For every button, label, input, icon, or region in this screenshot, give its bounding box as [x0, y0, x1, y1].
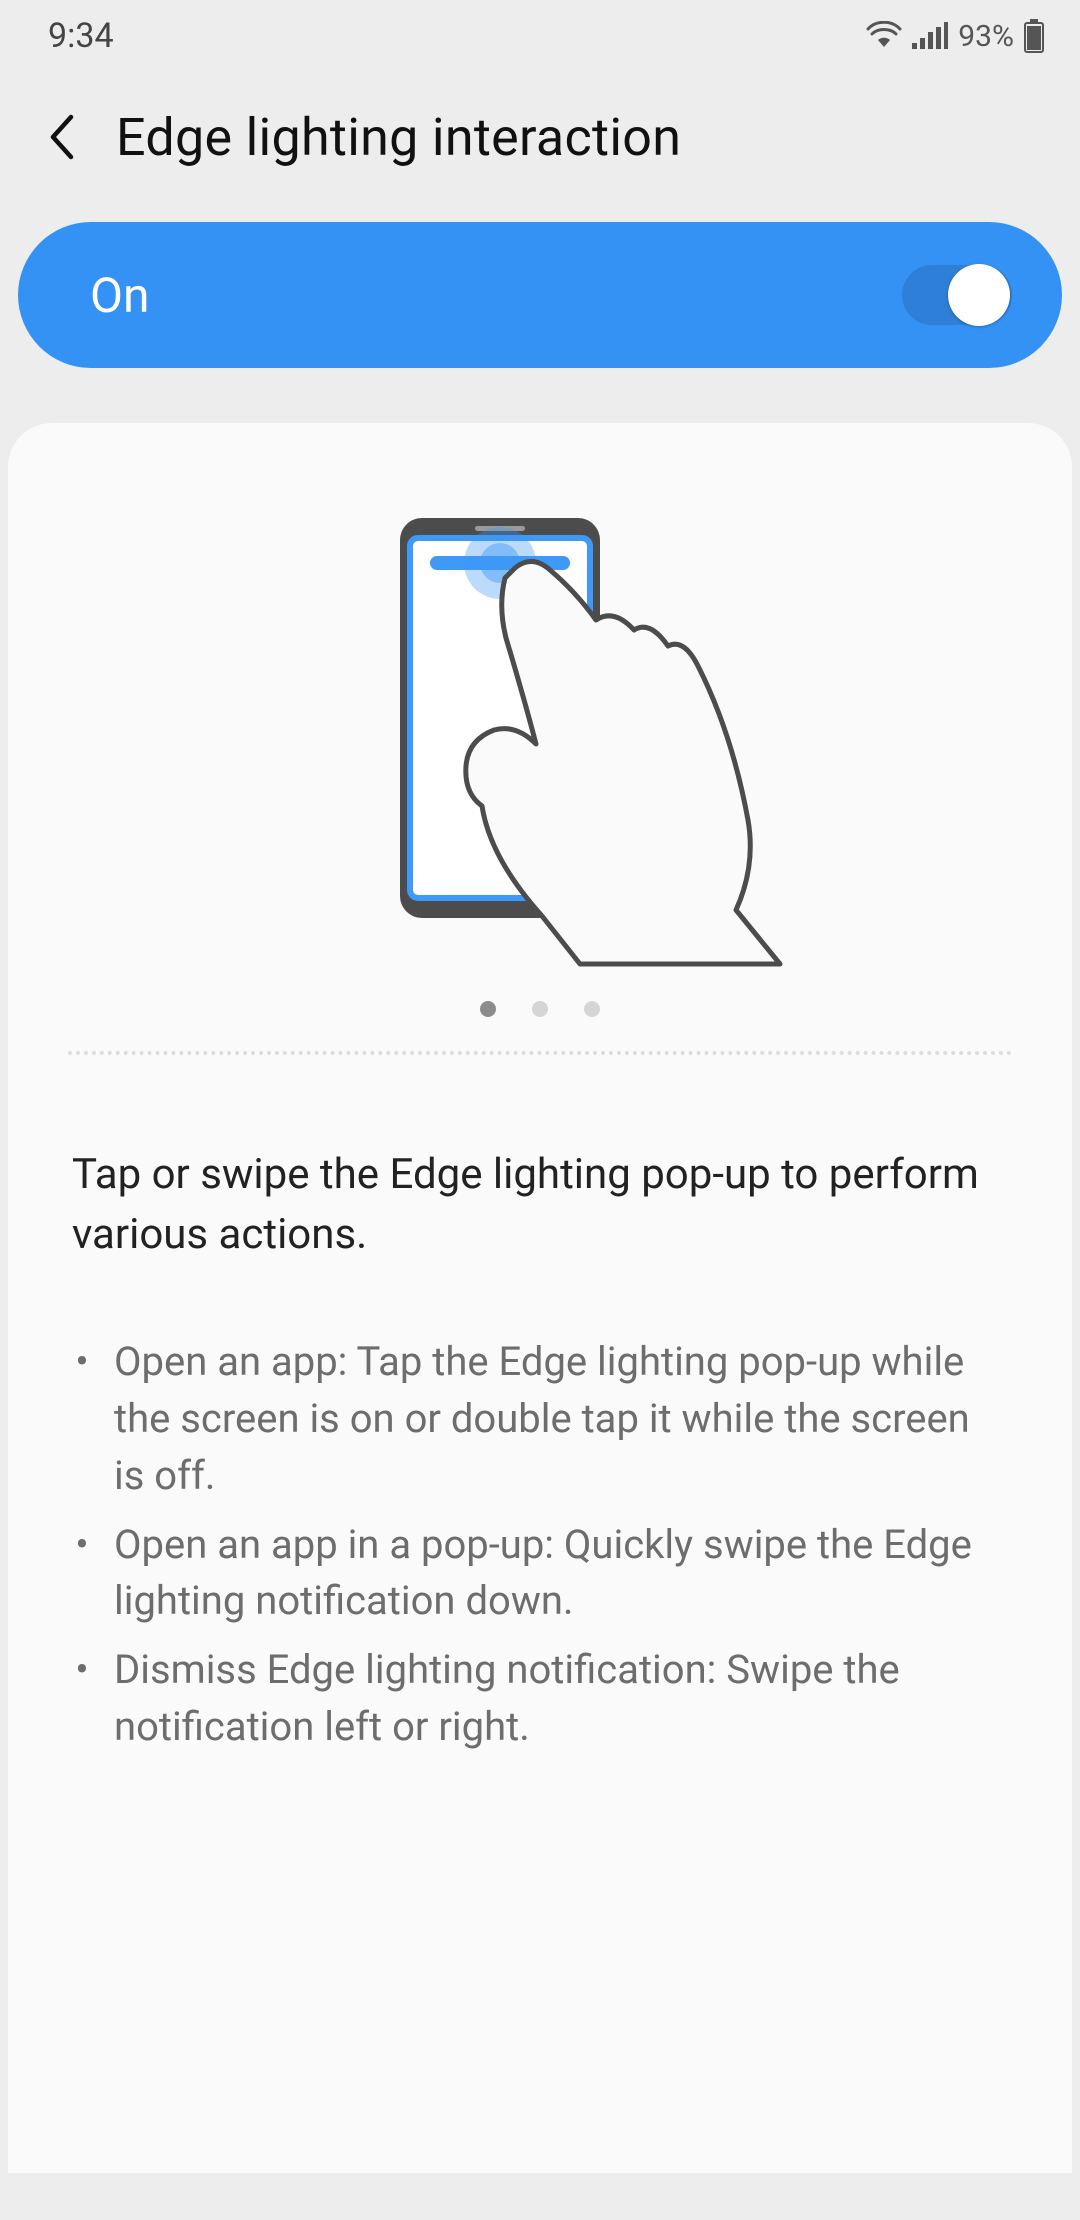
content-card: Tap or swipe the Edge lighting pop-up to…	[8, 423, 1072, 2173]
chevron-left-icon	[47, 113, 77, 161]
wifi-icon	[866, 21, 902, 51]
bullet-icon: •	[72, 1642, 92, 1756]
description-text: Tap or swipe the Edge lighting pop-up to…	[8, 1055, 1072, 1264]
list-item-text: Open an app in a pop-up: Quickly swipe t…	[114, 1517, 1008, 1631]
toggle-switch-knob	[948, 264, 1010, 326]
status-bar: 9:34 93%	[0, 0, 1080, 72]
battery-icon	[1024, 19, 1044, 53]
list-item-text: Dismiss Edge lighting notification: Swip…	[114, 1642, 1008, 1756]
master-toggle[interactable]: On	[18, 222, 1062, 368]
battery-pct: 93%	[958, 19, 1014, 54]
signal-icon	[912, 21, 948, 51]
bullet-icon: •	[72, 1517, 92, 1631]
toggle-state-label: On	[90, 267, 150, 324]
carousel-pager[interactable]	[8, 983, 1072, 1051]
edge-lighting-illustration	[280, 508, 800, 968]
header: Edge lighting interaction	[0, 72, 1080, 202]
page-title: Edge lighting interaction	[116, 107, 681, 168]
list-item: • Dismiss Edge lighting notification: Sw…	[72, 1642, 1008, 1756]
back-button[interactable]	[40, 115, 84, 159]
illustration-carousel[interactable]	[8, 423, 1072, 983]
pager-dot-1[interactable]	[480, 1001, 496, 1017]
pager-dot-2[interactable]	[532, 1001, 548, 1017]
pager-dot-3[interactable]	[584, 1001, 600, 1017]
bullet-icon: •	[72, 1334, 92, 1504]
status-right: 93%	[866, 19, 1044, 54]
list-item-text: Open an app: Tap the Edge lighting pop-u…	[114, 1334, 1008, 1504]
status-time: 9:34	[48, 16, 114, 56]
list-item: • Open an app: Tap the Edge lighting pop…	[72, 1334, 1008, 1504]
toggle-switch[interactable]	[902, 265, 1012, 325]
list-item: • Open an app in a pop-up: Quickly swipe…	[72, 1517, 1008, 1631]
action-list: • Open an app: Tap the Edge lighting pop…	[8, 1264, 1072, 1756]
